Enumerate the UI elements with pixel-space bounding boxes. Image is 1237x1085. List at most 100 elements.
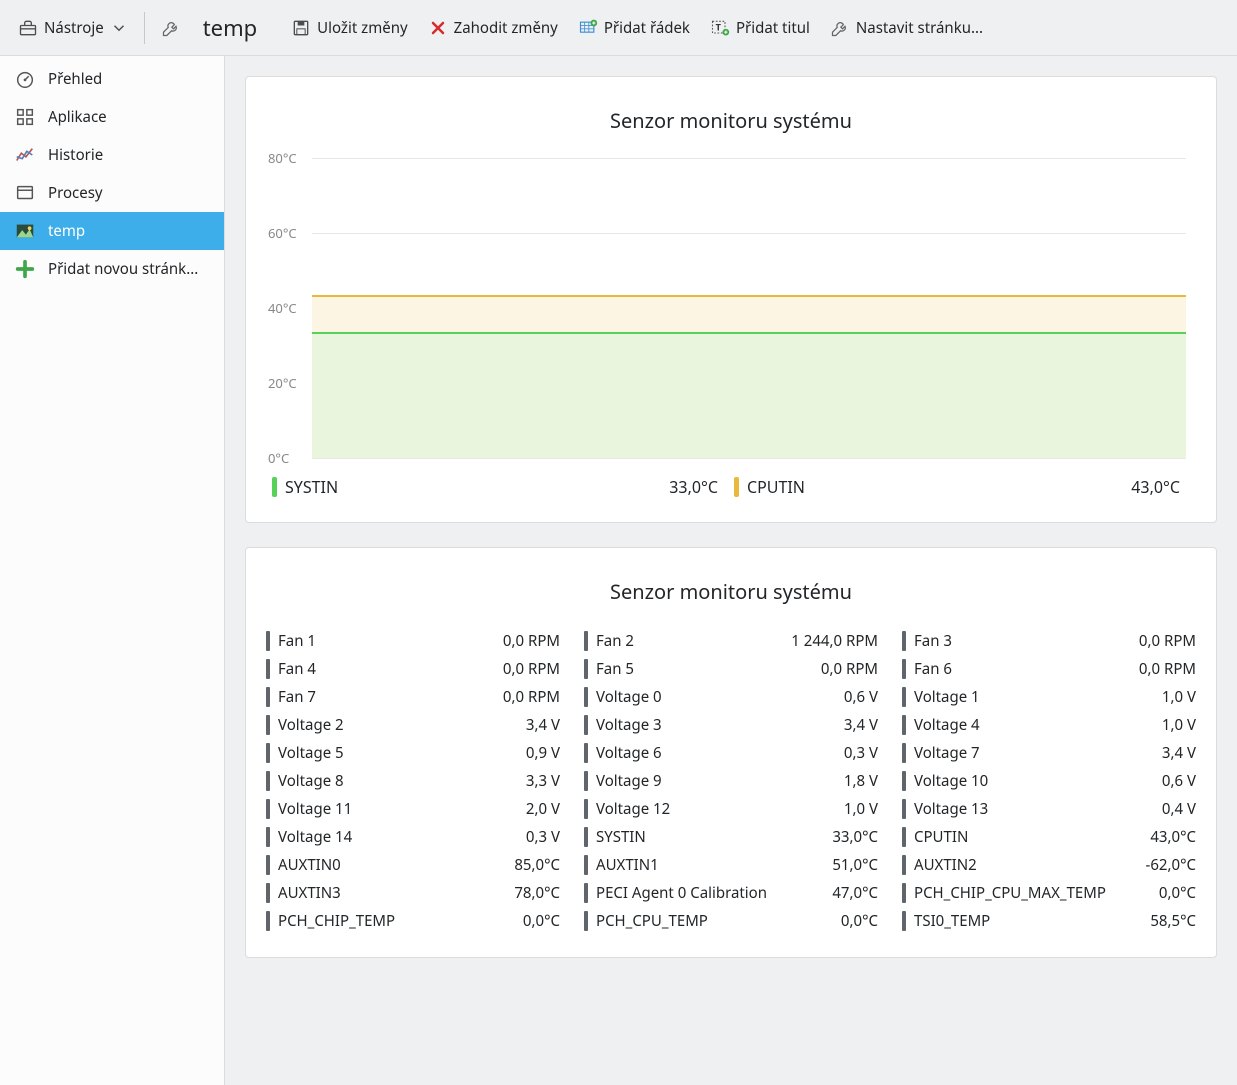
sensor-label: PECI Agent 0 Calibration	[596, 883, 824, 903]
sensor-value: 43,0°C	[1150, 827, 1196, 847]
sensor-value: 47,0°C	[832, 883, 878, 903]
save-icon	[291, 18, 311, 38]
chart-card: Senzor monitoru systému 0°C20°C40°C60°C8…	[245, 76, 1217, 523]
sensor-value: 0,0°C	[1159, 883, 1196, 903]
chart-series-fill	[312, 334, 1186, 458]
sidebar-item-label: temp	[48, 221, 85, 241]
apps-icon	[14, 106, 36, 128]
chevron-down-icon	[110, 19, 128, 37]
legend-item: CPUTIN43,0°C	[734, 476, 1196, 498]
discard-button[interactable]: Zahodit změny	[418, 12, 568, 44]
sidebar-item-applications[interactable]: Aplikace	[0, 98, 224, 136]
sensor-value: 51,0°C	[832, 855, 878, 875]
sensor-row: Voltage 91,8 V	[584, 769, 878, 793]
sensor-chip	[584, 911, 588, 931]
chart-legend: SYSTIN33,0°CCPUTIN43,0°C	[272, 476, 1196, 498]
svg-text:T: T	[716, 20, 722, 33]
sensor-label: Voltage 11	[278, 799, 518, 819]
sensor-value: 33,0°C	[832, 827, 878, 847]
discard-label: Zahodit změny	[454, 18, 558, 38]
sensor-chip	[266, 687, 270, 707]
sensor-value: 0,3 V	[526, 827, 560, 847]
sidebar-item-temp[interactable]: temp	[0, 212, 224, 250]
sensor-value: 0,3 V	[844, 743, 878, 763]
sensor-label: Voltage 0	[596, 687, 836, 707]
sensor-label: Voltage 9	[596, 771, 836, 791]
sensor-row: Voltage 130,4 V	[902, 797, 1196, 821]
sensor-value: 0,0°C	[841, 911, 878, 931]
sensor-chip	[266, 771, 270, 791]
sensor-chip	[902, 855, 906, 875]
sensor-row: Voltage 50,9 V	[266, 741, 560, 765]
sensor-row: Voltage 41,0 V	[902, 713, 1196, 737]
tools-menu-button[interactable]: Nástroje	[8, 12, 138, 44]
sidebar-item-history[interactable]: Historie	[0, 136, 224, 174]
chart-ytick-label: 20°C	[268, 374, 297, 392]
sensor-value: 0,6 V	[1162, 771, 1196, 791]
sensor-row: Voltage 121,0 V	[584, 797, 878, 821]
sensor-chip	[584, 631, 588, 651]
chart-ytick-label: 80°C	[268, 149, 297, 167]
sensor-value: 3,3 V	[526, 771, 560, 791]
sensor-row: Voltage 33,4 V	[584, 713, 878, 737]
sensor-label: Fan 2	[596, 631, 783, 651]
sensor-row: Voltage 1 1,0 V	[902, 685, 1196, 709]
plus-icon	[14, 258, 36, 280]
sensor-row: AUXTIN0 85,0°C	[266, 853, 560, 877]
sensor-value: 0,0 RPM	[503, 687, 560, 707]
sensor-label: Voltage 1	[914, 687, 1154, 707]
sensor-row: Voltage 0 0,6 V	[584, 685, 878, 709]
sensor-label: Voltage 2	[278, 715, 518, 735]
sensor-chip	[902, 743, 906, 763]
sensor-label: Voltage 12	[596, 799, 836, 819]
sensor-row: AUXTIN378,0°C	[266, 881, 560, 905]
sensor-label: Voltage 5	[278, 743, 518, 763]
sidebar-item-label: Historie	[48, 145, 103, 165]
sensor-value: 0,0 RPM	[503, 631, 560, 651]
sensor-label: TSI0_TEMP	[914, 911, 1142, 931]
sensor-value: 85,0°C	[514, 855, 560, 875]
sidebar-item-processes[interactable]: Procesy	[0, 174, 224, 212]
sensor-chip	[266, 659, 270, 679]
save-button[interactable]: Uložit změny	[281, 12, 417, 44]
sensor-chip	[584, 659, 588, 679]
sensor-label: Voltage 6	[596, 743, 836, 763]
sensor-label: Voltage 14	[278, 827, 518, 847]
page-title: temp	[191, 13, 281, 43]
sensor-label: Voltage 10	[914, 771, 1154, 791]
sensor-grid: Fan 10,0 RPMFan 21 244,0 RPMFan 30,0 RPM…	[266, 629, 1196, 933]
sensor-chip	[584, 743, 588, 763]
sensor-value: 0,6 V	[844, 687, 878, 707]
sensor-row: AUXTIN1 51,0°C	[584, 853, 878, 877]
sidebar-item-add-page[interactable]: Přidat novou stránk...	[0, 250, 224, 288]
sensor-label: Fan 7	[278, 687, 495, 707]
configure-label: Nastavit stránku...	[856, 18, 983, 38]
chart-gridline	[312, 233, 1186, 234]
chart-ytick-label: 40°C	[268, 299, 297, 317]
sensor-label: Fan 1	[278, 631, 495, 651]
chart-series-line	[312, 295, 1186, 297]
add-row-button[interactable]: Přidat řádek	[568, 12, 700, 44]
sensor-chip	[902, 659, 906, 679]
sensor-chip	[584, 771, 588, 791]
sensor-row: SYSTIN33,0°C	[584, 825, 878, 849]
legend-label: SYSTIN	[285, 476, 661, 498]
sensor-row: Voltage 6 0,3 V	[584, 741, 878, 765]
sensor-value: 1,0 V	[1162, 687, 1196, 707]
sensor-chip	[266, 855, 270, 875]
sensor-label: AUXTIN0	[278, 855, 506, 875]
sidebar-item-overview[interactable]: Přehled	[0, 60, 224, 98]
sensor-label: AUXTIN1	[596, 855, 824, 875]
save-label: Uložit změny	[317, 18, 407, 38]
sensor-chip	[902, 771, 906, 791]
add-title-button[interactable]: T Přidat titul	[700, 12, 820, 44]
sensor-chip	[902, 911, 906, 931]
image-icon	[14, 220, 36, 242]
sensor-row: AUXTIN2-62,0°C	[902, 853, 1196, 877]
sensor-row: PCH_CHIP_CPU_MAX_TEMP 0,0°C	[902, 881, 1196, 905]
sensor-value: 1 244,0 RPM	[791, 631, 878, 651]
configure-button[interactable]: Nastavit stránku...	[820, 12, 993, 44]
sensor-label: PCH_CHIP_CPU_MAX_TEMP	[914, 883, 1151, 903]
chart-plot: 0°C20°C40°C60°C80°C	[312, 158, 1186, 458]
wrench-button[interactable]	[151, 12, 191, 44]
